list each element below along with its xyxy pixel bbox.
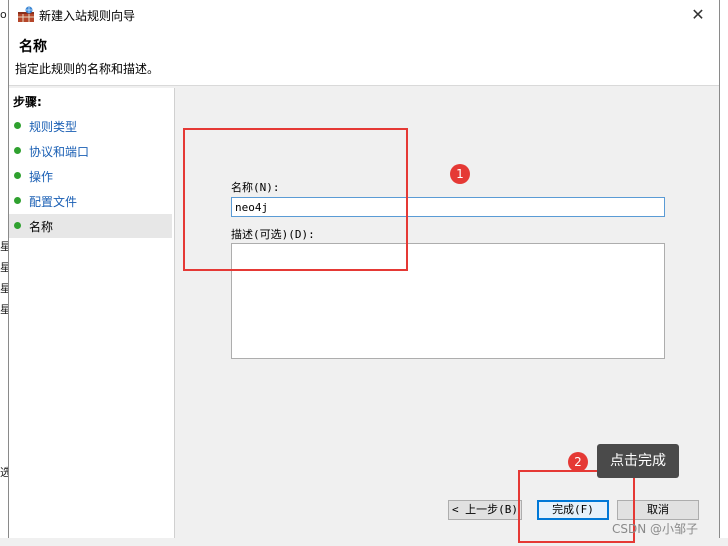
title-bar: 新建入站规则向导 ✕ — [9, 0, 719, 30]
background-window-edge: o 星 星 星 星 选 — [0, 0, 11, 546]
page-description: 指定此规则的名称和描述。 — [15, 62, 160, 76]
step-label: 协议和端口 — [29, 145, 90, 159]
background-window-edge-right — [720, 0, 728, 546]
step-label: 名称 — [29, 220, 54, 234]
back-button[interactable]: < 上一步(B) — [448, 500, 522, 520]
annotation-step-badge-2: 2 — [568, 452, 588, 472]
step-status-dot-icon — [14, 122, 21, 129]
steps-title: 步骤: — [13, 95, 42, 109]
page-title: 名称 — [19, 39, 47, 55]
window-title: 新建入站规则向导 — [39, 9, 136, 23]
close-icon[interactable]: ✕ — [687, 4, 709, 26]
step-status-dot-icon — [14, 147, 21, 154]
step-label: 规则类型 — [29, 120, 78, 134]
watermark: CSDN @小邹子 — [612, 522, 699, 536]
steps-panel: 步骤: 规则类型 协议和端口 操作 配置文件 名称 — [9, 88, 175, 538]
step-action[interactable]: 操作 — [9, 164, 172, 188]
firewall-icon — [17, 6, 35, 24]
step-name-current[interactable]: 名称 — [9, 214, 172, 238]
step-status-dot-icon — [14, 172, 21, 179]
annotation-step-badge-1: 1 — [450, 164, 470, 184]
annotation-tooltip: 点击完成 — [597, 444, 679, 478]
step-label: 操作 — [29, 170, 54, 184]
step-rule-type[interactable]: 规则类型 — [9, 114, 172, 138]
step-label: 配置文件 — [29, 195, 78, 209]
background-char: o — [0, 8, 7, 21]
step-status-dot-icon — [14, 222, 21, 229]
wizard-header: 名称 指定此规则的名称和描述。 — [9, 30, 719, 86]
annotation-highlight-name-field — [183, 128, 408, 271]
step-profile[interactable]: 配置文件 — [9, 189, 172, 213]
step-status-dot-icon — [14, 197, 21, 204]
step-protocol-ports[interactable]: 协议和端口 — [9, 139, 172, 163]
